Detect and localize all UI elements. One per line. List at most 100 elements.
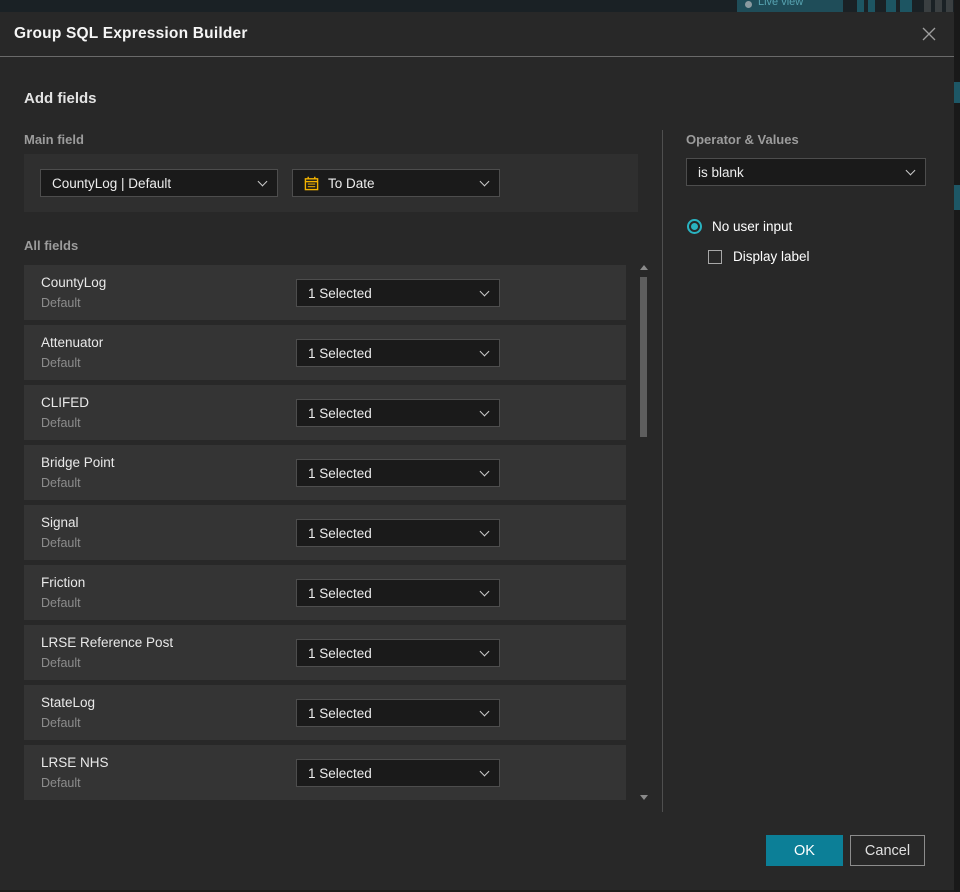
field-selected-dropdown[interactable]: 1 Selected: [296, 579, 500, 607]
field-row: Bridge Point Default 1 Selected: [24, 445, 626, 500]
chevron-down-icon: [905, 165, 916, 176]
date-field-dropdown[interactable]: To Date: [292, 169, 500, 197]
field-row: CountyLog Default 1 Selected: [24, 265, 626, 320]
background-app-edge: [954, 0, 960, 892]
list-scrollbar[interactable]: [640, 265, 648, 800]
field-selected-value: 1 Selected: [308, 525, 372, 541]
field-row: CLIFED Default 1 Selected: [24, 385, 626, 440]
field-name: CountyLog: [41, 275, 107, 290]
chevron-down-icon: [479, 406, 490, 417]
no-user-input-radio[interactable]: No user input: [687, 219, 792, 234]
field-selected-value: 1 Selected: [308, 765, 372, 781]
field-name: StateLog: [41, 695, 96, 710]
dialog-header: Group SQL Expression Builder: [0, 12, 954, 57]
dialog-title: Group SQL Expression Builder: [14, 25, 248, 42]
field-selected-value: 1 Selected: [308, 705, 372, 721]
chevron-down-icon: [257, 176, 268, 187]
field-name: LRSE Reference Post: [41, 635, 174, 650]
field-subtitle: Default: [41, 596, 81, 610]
field-selected-value: 1 Selected: [308, 345, 372, 361]
toolbar-fragment-icon: [857, 0, 864, 12]
toolbar-fragment-icon: [924, 0, 931, 12]
cancel-button[interactable]: Cancel: [850, 835, 925, 866]
calendar-icon: [304, 176, 319, 190]
toolbar-fragment-icon: [886, 0, 896, 12]
field-selected-dropdown[interactable]: 1 Selected: [296, 399, 500, 427]
group-sql-expression-builder-dialog: Group SQL Expression Builder Add fields …: [0, 12, 954, 892]
add-fields-heading: Add fields: [24, 90, 97, 107]
chevron-down-icon: [479, 646, 490, 657]
chevron-down-icon: [479, 286, 490, 297]
chevron-down-icon: [479, 466, 490, 477]
field-subtitle: Default: [41, 296, 81, 310]
field-name: LRSE NHS: [41, 755, 109, 770]
no-user-input-label: No user input: [712, 219, 793, 234]
display-label-checkbox[interactable]: Display label: [708, 249, 810, 264]
main-field-dropdown-value: CountyLog | Default: [52, 175, 172, 191]
field-subtitle: Default: [41, 656, 81, 670]
field-name: CLIFED: [41, 395, 90, 410]
toolbar-fragment-icon: [946, 0, 953, 12]
live-view-label: Live view: [758, 0, 804, 8]
all-fields-list: CountyLog Default 1 Selected Attenuator …: [24, 265, 626, 805]
field-row: Signal Default 1 Selected: [24, 505, 626, 560]
display-label-label: Display label: [733, 249, 810, 264]
scroll-down-arrow-icon[interactable]: [640, 795, 648, 800]
chevron-down-icon: [479, 176, 490, 187]
chevron-down-icon: [479, 766, 490, 777]
live-status-dot-icon: [745, 1, 752, 8]
operator-values-label: Operator & Values: [686, 132, 799, 147]
panel-divider: [662, 130, 663, 812]
field-subtitle: Default: [41, 536, 81, 550]
field-selected-value: 1 Selected: [308, 645, 372, 661]
field-subtitle: Default: [41, 776, 81, 790]
field-name: Attenuator: [41, 335, 104, 350]
field-selected-value: 1 Selected: [308, 465, 372, 481]
field-selected-value: 1 Selected: [308, 405, 372, 421]
toolbar-fragment-icon: [935, 0, 942, 12]
live-view-button[interactable]: Live view: [737, 0, 843, 12]
chevron-down-icon: [479, 346, 490, 357]
field-name: Friction: [41, 575, 86, 590]
field-subtitle: Default: [41, 416, 81, 430]
field-row: LRSE Reference Post Default 1 Selected: [24, 625, 626, 680]
checkbox-unchecked-icon: [708, 249, 722, 264]
field-selected-dropdown[interactable]: 1 Selected: [296, 459, 500, 487]
operator-dropdown[interactable]: is blank: [686, 158, 926, 186]
field-selected-dropdown[interactable]: 1 Selected: [296, 519, 500, 547]
toolbar-fragment-icon: [868, 0, 875, 12]
field-row: LRSE NHS Default 1 Selected: [24, 745, 626, 800]
field-selected-dropdown[interactable]: 1 Selected: [296, 639, 500, 667]
field-subtitle: Default: [41, 716, 81, 730]
scrollbar-thumb[interactable]: [640, 277, 647, 437]
operator-dropdown-value: is blank: [698, 164, 744, 180]
field-selected-dropdown[interactable]: 1 Selected: [296, 759, 500, 787]
field-selected-dropdown[interactable]: 1 Selected: [296, 339, 500, 367]
field-row: Attenuator Default 1 Selected: [24, 325, 626, 380]
field-name: Bridge Point: [41, 455, 115, 470]
close-icon: [922, 27, 936, 41]
field-row: StateLog Default 1 Selected: [24, 685, 626, 740]
background-teal-fragment: [954, 185, 960, 210]
scroll-up-arrow-icon[interactable]: [640, 265, 648, 270]
all-fields-label: All fields: [24, 238, 79, 253]
background-teal-fragment: [954, 82, 960, 103]
background-app-toolbar: Live view: [0, 0, 960, 12]
field-selected-value: 1 Selected: [308, 285, 372, 301]
field-selected-dropdown[interactable]: 1 Selected: [296, 699, 500, 727]
chevron-down-icon: [479, 526, 490, 537]
close-button[interactable]: [918, 23, 940, 45]
main-field-box: CountyLog | Default To Date: [24, 154, 638, 212]
main-field-dropdown[interactable]: CountyLog | Default: [40, 169, 278, 197]
chevron-down-icon: [479, 706, 490, 717]
field-subtitle: Default: [41, 476, 81, 490]
ok-button[interactable]: OK: [766, 835, 843, 866]
field-row: Friction Default 1 Selected: [24, 565, 626, 620]
field-selected-dropdown[interactable]: 1 Selected: [296, 279, 500, 307]
toolbar-fragment-icon: [900, 0, 912, 12]
chevron-down-icon: [479, 586, 490, 597]
field-name: Signal: [41, 515, 79, 530]
radio-selected-icon: [687, 219, 702, 234]
date-field-dropdown-value: To Date: [328, 175, 375, 191]
main-field-label: Main field: [24, 132, 84, 147]
